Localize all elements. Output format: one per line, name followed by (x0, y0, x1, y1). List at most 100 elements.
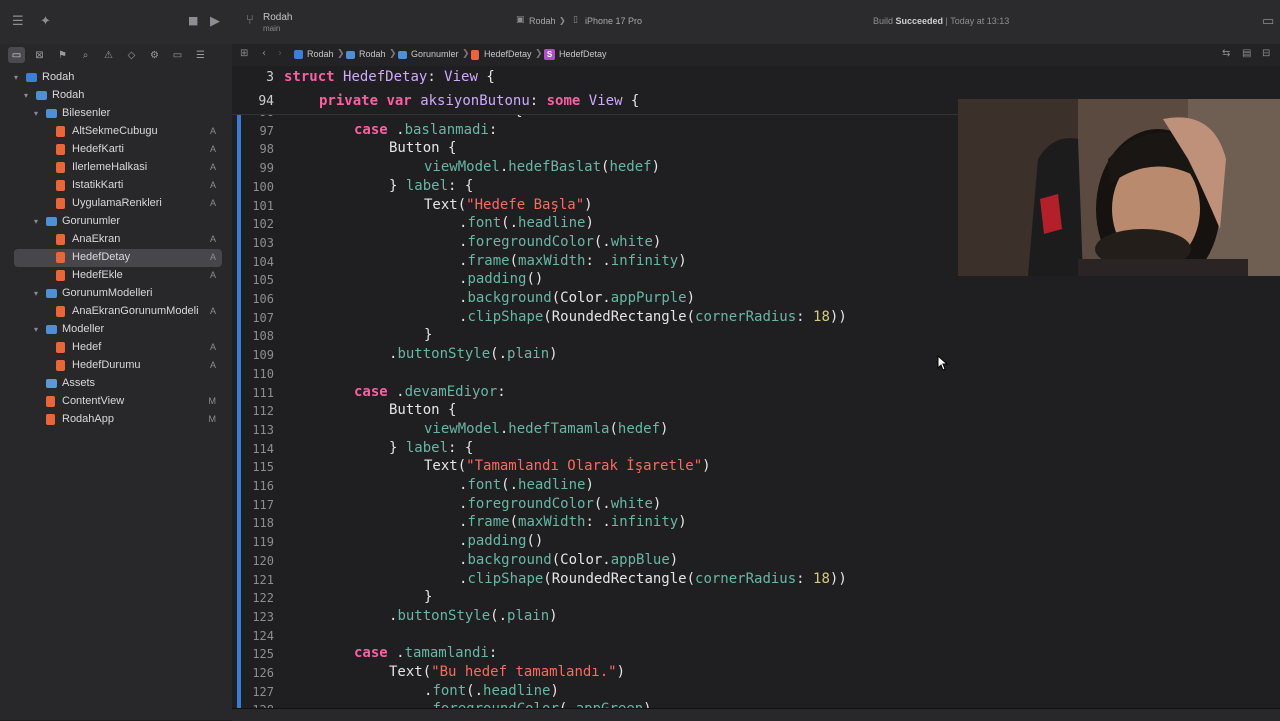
folder-icon[interactable]: ▭ (8, 47, 25, 63)
code-line[interactable]: .foregroundColor(.appGreen) (424, 701, 652, 708)
code-line[interactable]: Text("Bu hedef tamamlandı.") (389, 664, 625, 680)
code-line[interactable]: } (424, 327, 432, 343)
navigator-item[interactable]: IlerlemeHalkasi A (0, 159, 232, 177)
navigator-item[interactable]: UygulamaRenkleri A (0, 195, 232, 213)
disclosure-chevron-icon[interactable]: ▾ (34, 217, 38, 226)
disclosure-chevron-icon[interactable]: ▾ (34, 325, 38, 334)
code-token: case (354, 122, 388, 138)
line-number: 110 (252, 367, 274, 381)
inspector-toggle-icon[interactable]: ▭ (1262, 14, 1274, 29)
code-line[interactable]: case .baslanmadi: (354, 122, 497, 138)
stop-button[interactable]: ■ (188, 14, 198, 27)
code-line[interactable]: .frame(maxWidth: .infinity) (459, 253, 687, 269)
line-number: 101 (252, 199, 274, 213)
navigator-item[interactable]: ▾ Gorunumler (0, 213, 232, 231)
warning-icon[interactable]: ⚠ (100, 47, 117, 63)
navigator-item-label: HedefDetay (72, 251, 131, 263)
disclosure-chevron-icon[interactable]: ▾ (14, 73, 18, 82)
navigator-item[interactable]: HedefDetay A (14, 249, 222, 267)
navigator-item-label: GorunumModelleri (62, 287, 153, 299)
code-token: font (467, 215, 502, 231)
report-icon[interactable]: ☰ (192, 47, 209, 63)
breakpoint-icon[interactable]: ▭ (169, 47, 186, 63)
navigator-item-label: Bilesenler (62, 107, 111, 119)
disclosure-chevron-icon[interactable]: ▾ (24, 91, 28, 100)
code-line[interactable]: case .devamEdiyor: (354, 384, 506, 400)
navigator-item[interactable]: Hedef A (0, 339, 232, 357)
disclosure-chevron-icon[interactable]: ▾ (34, 109, 38, 118)
sidebar-toggle-icon[interactable]: ☰ (12, 14, 24, 29)
debug-icon[interactable]: ⚙ (146, 47, 163, 63)
code-token: infinity (610, 253, 679, 269)
navigator-item[interactable]: HedefKarti A (0, 141, 232, 159)
code-token: hedefBaslat (508, 159, 602, 175)
test-icon[interactable]: ◇ (123, 47, 140, 63)
swift-file-icon (56, 144, 65, 155)
code-line[interactable]: Button { (389, 402, 456, 418)
navigator-item[interactable]: AnaEkranGorunumModeli A (0, 303, 232, 321)
code-line[interactable]: .buttonStyle(.plain) (389, 608, 558, 624)
navigator-item[interactable]: AnaEkran A (0, 231, 232, 249)
source-control-icon[interactable]: ⊠ (31, 47, 48, 63)
navigator-item[interactable]: ContentView M (0, 393, 232, 411)
code-line[interactable]: Text("Hedefe Başla") (424, 197, 593, 213)
navigator-item[interactable]: RodahApp M (0, 411, 232, 429)
code-token: case (354, 384, 388, 400)
disclosure-chevron-icon[interactable]: ▾ (34, 289, 38, 298)
code-token: clipShape (467, 571, 544, 587)
code-line[interactable]: .foregroundColor(.white) (459, 234, 661, 250)
code-line[interactable]: .clipShape(RoundedRectangle(cornerRadius… (459, 571, 847, 587)
code-token: ) (678, 253, 687, 269)
code-line[interactable]: case .tamamlandi: (354, 645, 497, 661)
navigator-item[interactable]: ▾ Rodah (0, 87, 232, 105)
navigator-item[interactable]: HedefEkle A (0, 267, 232, 285)
navigator-item[interactable]: ▾ Bilesenler (0, 105, 232, 123)
code-line[interactable]: .background(Color.appPurple) (459, 290, 695, 306)
code-line[interactable]: .padding() (459, 533, 543, 549)
device-selector[interactable]: iPhone 17 Pro (585, 16, 642, 26)
code-line[interactable]: .font(.headline) (459, 215, 594, 231)
code-token: background (467, 290, 552, 306)
code-line[interactable]: private var aksiyonButonu: some View { (319, 93, 639, 109)
navigator-item[interactable]: ▾ GorunumModelleri (0, 285, 232, 303)
code-line[interactable]: .frame(maxWidth: .infinity) (459, 514, 687, 530)
bookmark-icon[interactable]: ⚑ (54, 47, 71, 63)
code-line[interactable]: } label: { (389, 440, 473, 456)
code-line[interactable]: .foregroundColor(.white) (459, 496, 661, 512)
line-number: 120 (252, 554, 274, 568)
sparkle-icon[interactable]: ✦ (40, 14, 51, 29)
swift-file-icon (46, 396, 55, 407)
navigator-item[interactable]: ▾ Rodah (0, 69, 232, 87)
code-line[interactable]: viewModel.hedefTamamla(hedef) (424, 421, 668, 437)
code-token: var (386, 93, 412, 109)
navigator-item[interactable]: ▾ Modeller (0, 321, 232, 339)
navigator-item[interactable]: Assets (0, 375, 232, 393)
app-icon: ▣ (516, 15, 525, 25)
line-number: 124 (252, 629, 274, 643)
code-token: . (387, 384, 405, 400)
line-number: 94 (258, 94, 274, 109)
code-line[interactable]: .buttonStyle(.plain) (389, 346, 558, 362)
code-line[interactable]: .font(.headline) (424, 683, 559, 699)
navigator-item-label: Rodah (42, 71, 75, 83)
navigator-item[interactable]: AltSekmeCubugu A (0, 123, 232, 141)
run-button[interactable]: ▶ (210, 14, 220, 29)
code-line[interactable]: viewModel.hedefBaslat(hedef) (424, 159, 660, 175)
code-line[interactable]: } label: { (389, 178, 473, 194)
code-line[interactable]: .background(Color.appBlue) (459, 552, 678, 568)
search-icon[interactable]: ⌕ (77, 47, 94, 63)
code-token: : { (448, 440, 474, 456)
code-token: ) (652, 496, 662, 512)
code-line[interactable]: .clipShape(RoundedRectangle(cornerRadius… (459, 309, 847, 325)
code-line[interactable]: } (424, 589, 432, 605)
scheme-selector[interactable]: Rodah (529, 16, 556, 26)
code-line[interactable]: struct HedefDetay: View { (284, 69, 495, 85)
code-line[interactable]: .padding() (459, 271, 543, 287)
navigator-item[interactable]: HedefDurumu A (0, 357, 232, 375)
code-line[interactable]: Text("Tamamlandı Olarak İşaretle") (424, 458, 711, 474)
code-line[interactable]: .font(.headline) (459, 477, 594, 493)
navigator-item[interactable]: IstatikKarti A (0, 177, 232, 195)
code-line[interactable]: Button { (389, 140, 456, 156)
code-token: ( (509, 253, 519, 269)
